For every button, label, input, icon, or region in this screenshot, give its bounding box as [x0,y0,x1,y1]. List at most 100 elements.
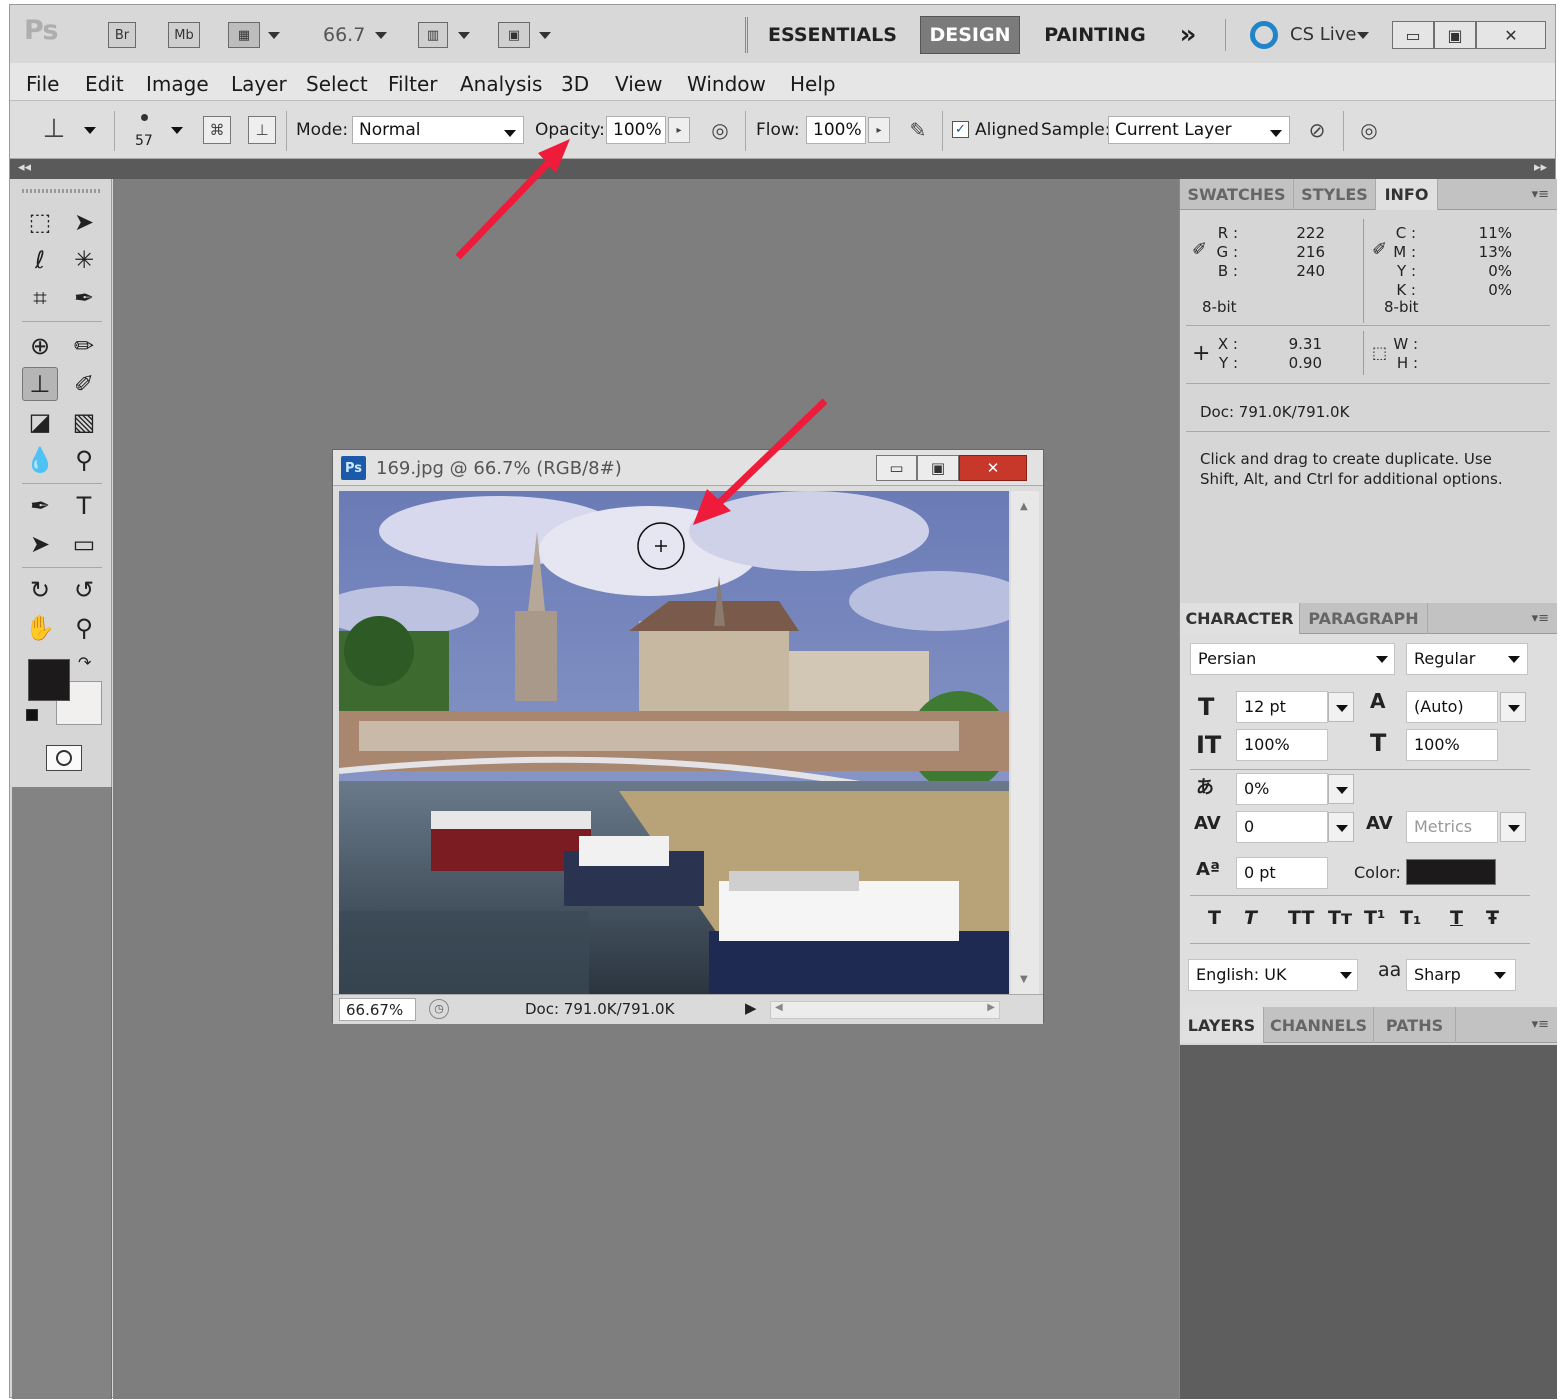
clone-source-panel-icon[interactable]: ⊥ [248,116,276,144]
flow-input[interactable]: 100% [806,116,866,144]
document-title-bar[interactable]: Ps 169.jpg @ 66.7% (RGB/8#) ▭ ▣ ✕ [333,450,1043,486]
move-tool-icon[interactable]: ➤ [66,205,102,239]
strikethrough-button[interactable]: Ŧ [1486,907,1499,929]
flow-slider-icon[interactable]: ▸ [868,117,890,143]
arrange-documents-icon[interactable]: ▥ [418,22,448,48]
more-workspaces-icon[interactable]: » [1170,16,1206,54]
path-selection-tool-icon[interactable]: ➤ [22,527,58,561]
cs-live-icon[interactable] [1250,21,1278,49]
magic-wand-tool-icon[interactable]: ✳ [66,243,102,277]
menu-layer[interactable]: Layer [231,72,287,96]
menu-file[interactable]: File [26,72,59,96]
minimize-icon[interactable]: ▭ [1392,21,1434,49]
workspace-painting[interactable]: PAINTING [1035,16,1155,54]
opacity-input[interactable]: 100% [606,116,666,144]
history-brush-tool-icon[interactable]: ✐ [66,367,102,401]
airbrush-icon[interactable]: ✎ [904,116,932,144]
small-caps-button[interactable]: Tт [1328,907,1352,929]
workspace-essentials[interactable]: ESSENTIALS [765,16,900,54]
hand-tool-icon[interactable]: ✋ [22,611,58,645]
type-tool-icon[interactable]: T [66,489,102,523]
tab-channels[interactable]: CHANNELS [1264,1007,1374,1043]
tab-info[interactable]: INFO [1376,179,1438,210]
default-colors-icon[interactable] [26,709,38,721]
menu-analysis[interactable]: Analysis [460,72,542,96]
maximize-icon[interactable]: ▣ [917,455,959,481]
tsume-input[interactable]: 0% [1236,773,1328,805]
text-color-swatch[interactable] [1406,859,1496,885]
extras-icon[interactable]: ▦ [228,22,260,48]
superscript-button[interactable]: T¹ [1364,907,1385,929]
marquee-tool-icon[interactable]: ⬚ [22,205,58,239]
collapse-left-icon[interactable]: ◂◂ [18,160,31,175]
chevron-down-icon[interactable] [1494,972,1506,979]
tab-paragraph[interactable]: PARAGRAPH [1300,603,1428,634]
panel-menu-icon[interactable]: ▾≡ [1532,187,1549,202]
ignore-adjustment-layers-icon[interactable]: ⊘ [1303,116,1331,144]
font-size-input[interactable]: 12 pt [1236,691,1328,723]
font-family-select[interactable]: Persian [1190,643,1395,675]
sample-select[interactable]: Current Layer [1108,116,1290,144]
mode-select[interactable]: Normal [352,116,524,144]
foreground-color-swatch[interactable] [28,659,70,701]
menu-edit[interactable]: Edit [85,72,124,96]
shape-tool-icon[interactable]: ▭ [66,527,102,561]
tab-paths[interactable]: PATHS [1374,1007,1456,1043]
eraser-tool-icon[interactable]: ◪ [22,405,58,439]
status-menu-icon[interactable]: ▶ [745,999,757,1017]
zoom-tool-icon[interactable]: ⚲ [66,611,102,645]
chevron-down-icon[interactable] [458,32,470,39]
chevron-down-icon[interactable] [268,32,280,39]
kerning-dropdown-icon[interactable] [1500,812,1526,842]
panel-menu-icon[interactable]: ▾≡ [1532,611,1549,626]
menu-select[interactable]: Select [306,72,368,96]
dodge-tool-icon[interactable]: ⚲ [66,443,102,477]
faux-italic-button[interactable]: T [1244,907,1257,929]
chevron-down-icon[interactable] [504,130,516,137]
mini-bridge-button[interactable]: Mb [168,22,200,48]
faux-bold-button[interactable]: T [1208,907,1221,929]
brush-panel-icon[interactable]: ⌘ [203,116,231,144]
clone-stamp-tool-icon[interactable]: ⊥ [22,367,58,401]
collapse-right-icon[interactable]: ▸▸ [1534,160,1547,175]
3d-rotate-tool-icon[interactable]: ↻ [22,573,58,607]
chevron-down-icon[interactable] [84,127,96,134]
scroll-right-icon[interactable]: ▶ [987,1002,995,1013]
gradient-tool-icon[interactable]: ▧ [66,405,102,439]
tab-swatches[interactable]: SWATCHES [1180,179,1294,210]
aligned-checkbox[interactable]: ✓ [952,121,969,138]
pressure-opacity-icon[interactable]: ◎ [706,116,734,144]
tab-styles[interactable]: STYLES [1294,179,1376,210]
chevron-down-icon[interactable] [1340,972,1352,979]
vertical-scrollbar[interactable]: ▲ ▼ [1011,491,1039,994]
cs-live-button[interactable]: CS Live [1290,24,1356,45]
scroll-up-icon[interactable]: ▲ [1020,501,1028,512]
crop-tool-icon[interactable]: ⌗ [22,281,58,315]
subscript-button[interactable]: T₁ [1400,907,1421,929]
chevron-down-icon[interactable] [171,127,183,134]
chevron-down-icon[interactable] [1270,130,1282,137]
leading-input[interactable]: (Auto) [1406,691,1498,723]
status-options-icon[interactable]: ◷ [429,999,449,1019]
scroll-down-icon[interactable]: ▼ [1020,974,1028,985]
menu-help[interactable]: Help [790,72,836,96]
maximize-icon[interactable]: ▣ [1434,21,1476,49]
underline-button[interactable]: T [1450,907,1463,929]
3d-orbit-tool-icon[interactable]: ↺ [66,573,102,607]
vertical-scale-input[interactable]: 100% [1236,729,1328,761]
tracking-input[interactable]: 0 [1236,811,1328,843]
clone-stamp-icon[interactable]: ⊥ [40,114,68,144]
horizontal-scale-input[interactable]: 100% [1406,729,1498,761]
tsume-dropdown-icon[interactable] [1328,774,1354,804]
menu-filter[interactable]: Filter [388,72,438,96]
panel-menu-icon[interactable]: ▾≡ [1532,1017,1549,1032]
tab-character[interactable]: CHARACTER [1180,603,1300,634]
leading-dropdown-icon[interactable] [1500,692,1526,722]
document-canvas-photo[interactable] [339,491,1009,994]
menu-image[interactable]: Image [146,72,209,96]
pen-tool-icon[interactable]: ✒ [22,489,58,523]
chevron-down-icon[interactable] [1357,32,1369,39]
opacity-slider-icon[interactable]: ▸ [668,117,690,143]
chevron-down-icon[interactable] [539,32,551,39]
blur-tool-icon[interactable]: 💧 [22,443,58,477]
